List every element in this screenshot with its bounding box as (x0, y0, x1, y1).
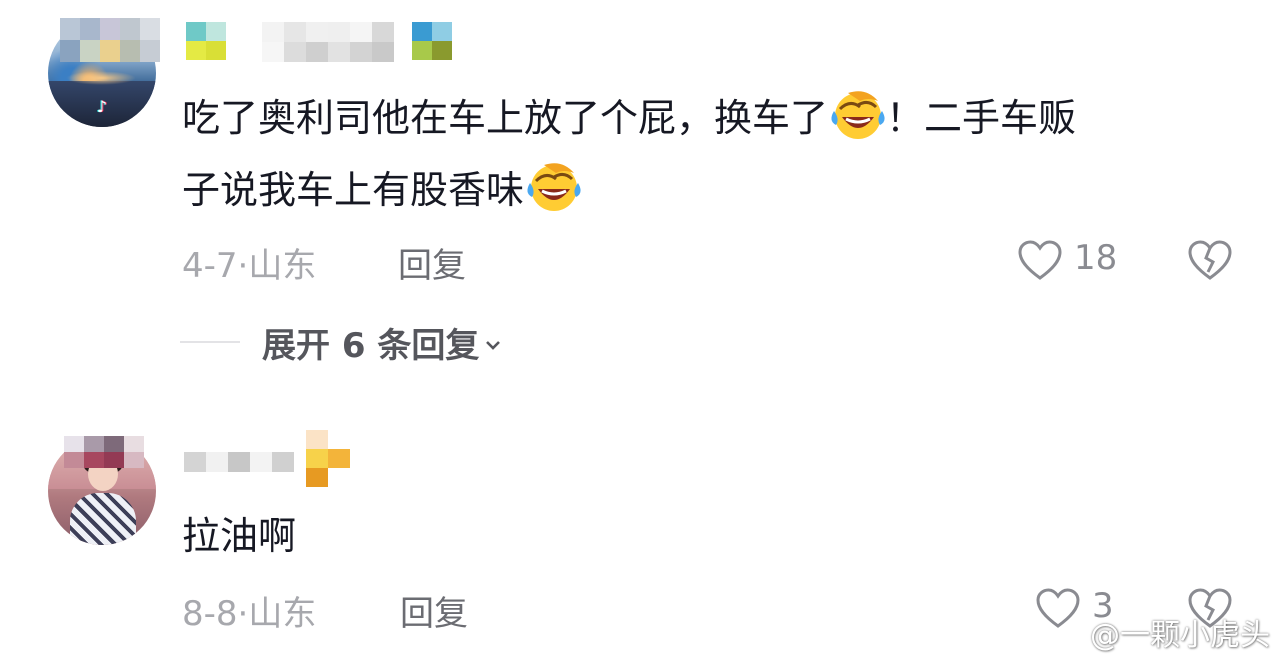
comment-text: 吃了奥利司他在车上放了个屁，换车了 ！二手车贩 子说我车上有股香味 (182, 82, 1076, 226)
comment-text: 拉油啊 (182, 514, 297, 558)
comment-meta: 8-8·山东 (182, 586, 316, 635)
comment-list: ♪ 吃了奥利司他在车上放了个屁，换车了 ！二手车贩 子说我车上有股香味 4-7·… (0, 0, 1284, 668)
like-count: 18 (1074, 238, 1118, 278)
username-mosaic[interactable] (306, 430, 350, 487)
comment-location: 山东 (248, 246, 317, 286)
laughing-tears-emoji-icon (527, 163, 581, 211)
username-mosaic[interactable] (184, 452, 294, 472)
tiktok-icon: ♪ (96, 97, 108, 116)
heart-outline-icon[interactable] (1016, 238, 1064, 282)
expand-replies-label: 展开 6 条回复 (262, 326, 480, 366)
reply-button[interactable]: 回复 (398, 238, 466, 287)
avatar-mosaic (60, 18, 160, 62)
comment-text-line: 子说我车上有股香味 (182, 168, 525, 212)
meta-separator: · (237, 246, 249, 286)
avatar-mosaic (64, 436, 144, 468)
laughing-tears-emoji-icon (831, 91, 885, 139)
username-mosaic[interactable] (186, 22, 226, 60)
avatar-photo-glow (66, 71, 136, 85)
expand-replies-button[interactable]: 展开 6 条回复 (262, 318, 503, 367)
comment-date: 8-8 (182, 594, 238, 634)
watermark: @一颗小虎头 (1052, 610, 1270, 654)
weibo-icon (1052, 622, 1085, 649)
comment-date: 4-7 (182, 246, 238, 286)
comment-meta: 4-7·山东 (182, 238, 316, 287)
comment-text-line: 吃了奥利司他在车上放了个屁，换车了 (182, 96, 829, 140)
comment-text-line: ！二手车贩 (886, 96, 1077, 140)
username-mosaic[interactable] (412, 22, 452, 60)
reply-button[interactable]: 回复 (400, 586, 468, 635)
broken-heart-icon[interactable] (1186, 238, 1234, 282)
chevron-down-icon (486, 341, 501, 350)
avatar-photo-body (70, 493, 136, 545)
watermark-text: @一颗小虎头 (1090, 618, 1270, 653)
comment-location: 山东 (248, 594, 317, 634)
expand-divider (180, 341, 240, 343)
username-mosaic[interactable] (262, 22, 394, 62)
meta-separator: · (237, 594, 249, 634)
